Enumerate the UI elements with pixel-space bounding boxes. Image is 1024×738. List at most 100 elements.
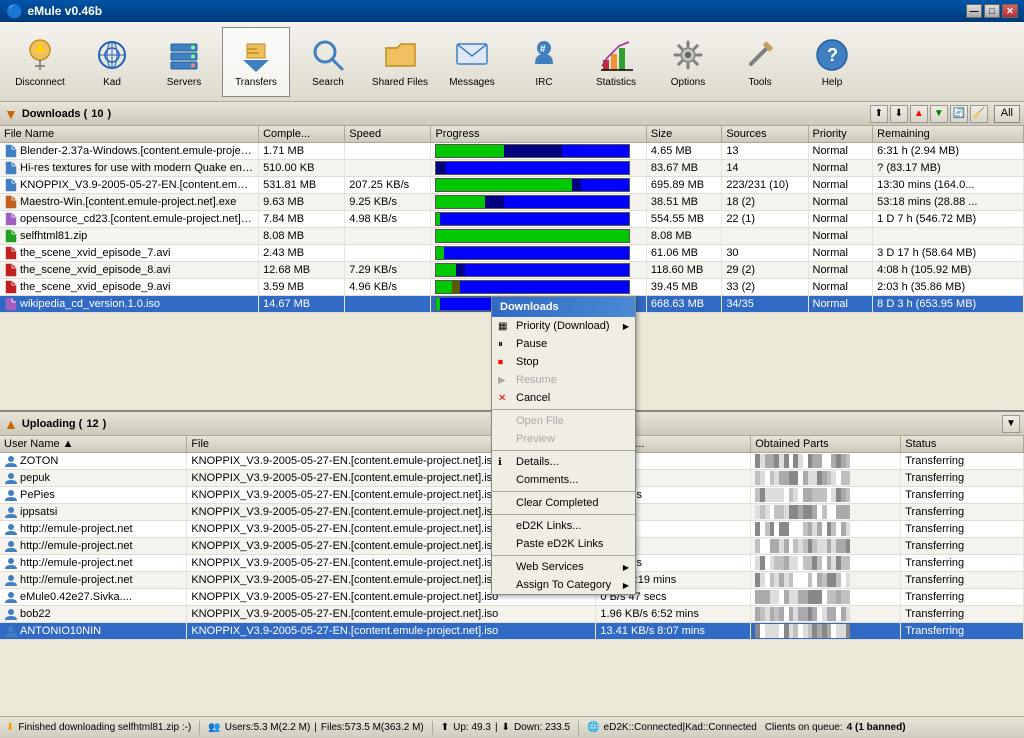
col-obtained[interactable]: Obtained Parts <box>751 436 901 453</box>
toolbar-btn-search[interactable]: Search <box>294 27 362 97</box>
uploads-title: ▲ Uploading (12) <box>4 416 106 432</box>
context-menu-item-label: Paste eD2K Links <box>516 538 603 550</box>
col-priority[interactable]: Priority <box>808 126 873 143</box>
toolbar-btn-irc[interactable]: #IRC <box>510 27 578 97</box>
col-sources[interactable]: Sources <box>722 126 808 143</box>
context-menu-item-ed2k_links[interactable]: eD2K Links... <box>492 517 635 535</box>
uploads-count: 12 <box>86 418 98 430</box>
statusbar-clients: Clients on queue: 4 (1 banned) <box>765 722 906 733</box>
download-priority: Normal <box>808 211 873 228</box>
progress-segment <box>436 247 444 259</box>
col-username[interactable]: User Name ▲ <box>0 436 187 453</box>
toolbar-btn-servers[interactable]: Servers <box>150 27 218 97</box>
download-complete: 3.59 MB <box>259 279 345 296</box>
part-segment <box>846 624 851 638</box>
context-menu-separator <box>492 409 635 410</box>
downloads-count: 10 <box>91 108 103 120</box>
progress-segment <box>436 145 504 157</box>
statusbar-divider-1 <box>199 721 200 735</box>
minimize-button[interactable]: — <box>966 4 982 18</box>
toolbar-btn-messages[interactable]: Messages <box>438 27 506 97</box>
connection-icon: 🌐 <box>587 722 599 733</box>
download-size: 4.65 MB <box>646 143 721 160</box>
download-size: 8.08 MB <box>646 228 721 245</box>
toolbar-btn-disconnect[interactable]: Disconnect <box>6 27 74 97</box>
download-progress <box>431 177 646 194</box>
statusbar-users: 👥 Users:5.3 M(2.2 M)|Files:573.5 M(363.2… <box>208 722 423 733</box>
download-row[interactable]: opensource_cd23.[content.emule-project.n… <box>0 211 1024 228</box>
download-row[interactable]: selfhtml81.zip8.08 MB8.08 MBNormal <box>0 228 1024 245</box>
download-row[interactable]: Maestro-Win.[content.emule-project.net].… <box>0 194 1024 211</box>
toolbar-btn-kad[interactable]: Kad <box>78 27 146 97</box>
download-progress <box>431 245 646 262</box>
upload-btn[interactable]: ⬆ <box>870 105 888 123</box>
file-type-icon <box>4 162 20 174</box>
col-status[interactable]: Status <box>901 436 1024 453</box>
col-size[interactable]: Size <box>646 126 721 143</box>
download-row[interactable]: the_scene_xvid_episode_9.avi3.59 MB4.96 … <box>0 279 1024 296</box>
download-priority: Normal <box>808 143 873 160</box>
context-menu-item-label: Cancel <box>516 392 550 404</box>
context-menu-item-clear_completed[interactable]: Clear Completed <box>492 494 635 512</box>
servers-icon <box>164 35 204 75</box>
download-remaining <box>873 228 1024 245</box>
maximize-button[interactable]: □ <box>984 4 1000 18</box>
upload-username: ippsatsi <box>0 504 187 521</box>
context-menu-item-cancel[interactable]: ✕Cancel <box>492 389 635 407</box>
download-row[interactable]: KNOPPIX_V3.9-2005-05-27-EN.[content.emul… <box>0 177 1024 194</box>
download-row[interactable]: Blender-2.37a-Windows.[content.emule-pro… <box>0 143 1024 160</box>
download-complete: 2.43 MB <box>259 245 345 262</box>
upload-row[interactable]: bob22KNOPPIX_V3.9-2005-05-27-EN.[content… <box>0 606 1024 623</box>
statusbar-connection-text: eD2K::Connected|Kad::Connected <box>604 722 757 733</box>
upload-obtained-parts <box>751 487 901 504</box>
col-progress[interactable]: Progress <box>431 126 646 143</box>
col-complete[interactable]: Comple... <box>259 126 345 143</box>
context-menu-item-priority[interactable]: ▦Priority (Download) <box>492 317 635 335</box>
up-arrow-btn[interactable]: ▲ <box>910 105 928 123</box>
download-sources: 22 (1) <box>722 211 808 228</box>
close-button[interactable]: ✕ <box>1002 4 1018 18</box>
downloads-table-body: Blender-2.37a-Windows.[content.emule-pro… <box>0 143 1024 313</box>
download-complete: 14.67 MB <box>259 296 345 313</box>
all-button[interactable]: All <box>994 105 1020 123</box>
toolbar-btn-transfers[interactable]: Transfers <box>222 27 290 97</box>
download-btn[interactable]: ⬇ <box>890 105 908 123</box>
download-filename: opensource_cd23.[content.emule-project.n… <box>0 211 259 228</box>
toolbar-btn-options[interactable]: Options <box>654 27 722 97</box>
context-menu-item-label: Assign To Category <box>516 579 611 591</box>
context-menu-item-pause[interactable]: ⏸Pause <box>492 335 635 353</box>
toolbar-btn-tools[interactable]: Tools <box>726 27 794 97</box>
context-menu-item-comments[interactable]: Comments... <box>492 471 635 489</box>
refresh-btn[interactable]: 🔄 <box>950 105 968 123</box>
down-arrow-btn[interactable]: ▼ <box>930 105 948 123</box>
context-menu-item-stop[interactable]: ⏹Stop <box>492 353 635 371</box>
context-menu-item-paste_ed2k[interactable]: Paste eD2K Links <box>492 535 635 553</box>
user-icon <box>4 608 20 620</box>
download-row[interactable]: Hi-res textures for use with modern Quak… <box>0 160 1024 177</box>
progress-segment <box>436 230 629 242</box>
upload-status: Transferring <box>901 538 1024 555</box>
download-row[interactable]: the_scene_xvid_episode_7.avi2.43 MB61.06… <box>0 245 1024 262</box>
part-segment <box>846 454 851 468</box>
download-row[interactable]: the_scene_xvid_episode_8.avi12.68 MB7.29… <box>0 262 1024 279</box>
download-size: 39.45 MB <box>646 279 721 296</box>
context-menu-item-assign_category[interactable]: Assign To Category <box>492 576 635 594</box>
col-remaining[interactable]: Remaining <box>873 126 1024 143</box>
col-filename[interactable]: File Name <box>0 126 259 143</box>
download-complete: 531.81 MB <box>259 177 345 194</box>
details-icon: ℹ <box>498 457 502 468</box>
upload-row[interactable]: ANTONIO10NINKNOPPIX_V3.9-2005-05-27-EN.[… <box>0 623 1024 640</box>
cleanup-btn[interactable]: 🧹 <box>970 105 988 123</box>
toolbar: DisconnectKadServersTransfersSearchShare… <box>0 22 1024 102</box>
context-menu-item-web_services[interactable]: Web Services <box>492 558 635 576</box>
col-speed[interactable]: Speed <box>345 126 431 143</box>
download-size: 554.55 MB <box>646 211 721 228</box>
uploads-arrow-btn[interactable]: ▼ <box>1002 415 1020 433</box>
toolbar-btn-help[interactable]: ?Help <box>798 27 866 97</box>
context-menu-item-details[interactable]: ℹDetails... <box>492 453 635 471</box>
download-size: 668.63 MB <box>646 296 721 313</box>
file-type-icon <box>4 247 20 259</box>
download-remaining: ? (83.17 MB) <box>873 160 1024 177</box>
toolbar-btn-shared[interactable]: Shared Files <box>366 27 434 97</box>
toolbar-btn-statistics[interactable]: Statistics <box>582 27 650 97</box>
